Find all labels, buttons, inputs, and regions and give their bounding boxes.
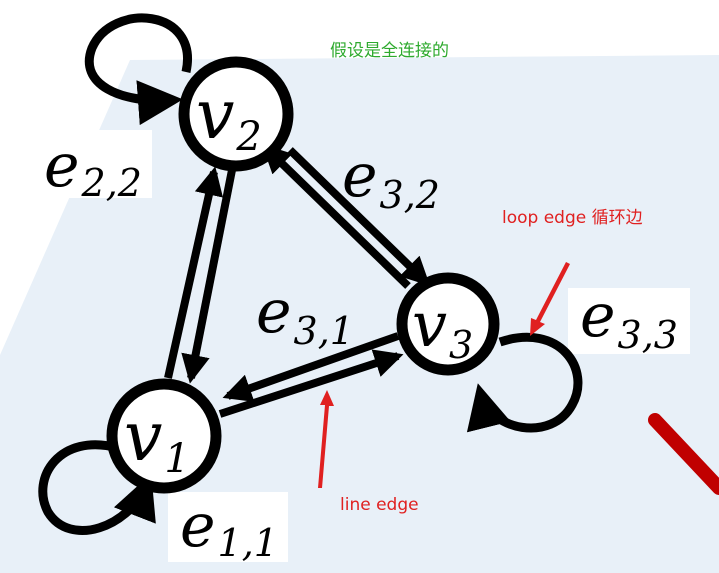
node-v3: v3 (396, 272, 500, 376)
node-v3-sub: 3 (449, 323, 473, 367)
label-e11-base: e (180, 491, 216, 561)
label-e22-base: e (44, 131, 80, 201)
label-e11-sub: 1,1 (218, 521, 278, 565)
node-v1: v1 (106, 378, 222, 494)
top-note: 假设是全连接的 (330, 41, 449, 61)
diagram-stage: v2 v3 v1 e2,2 e3,2 e3,1 e3,3 e1,1 假设是全连接… (0, 0, 719, 573)
label-e33-base: e (580, 281, 616, 351)
label-e32-base: e (342, 141, 378, 211)
node-v3-base: v (412, 288, 447, 361)
graph-diagram: v2 v3 v1 e2,2 e3,2 e3,1 e3,3 e1,1 假设是全连接… (0, 13, 719, 573)
node-v2-sub: 2 (235, 114, 261, 160)
line-edge-note: line edge (340, 495, 419, 515)
label-e22-sub: 2,2 (81, 161, 142, 205)
label-e31-base: e (256, 277, 292, 347)
label-e31-sub: 3,1 (294, 309, 354, 353)
node-v1-base: v (124, 398, 162, 477)
label-e33-sub: 3,3 (618, 313, 678, 357)
node-v2-base: v (196, 76, 234, 155)
label-e32-sub: 3,2 (380, 173, 440, 217)
loop-edge-note: loop edge 循环边 (502, 208, 643, 228)
node-v1-sub: 1 (164, 436, 189, 482)
node-v2: v2 (178, 56, 294, 172)
